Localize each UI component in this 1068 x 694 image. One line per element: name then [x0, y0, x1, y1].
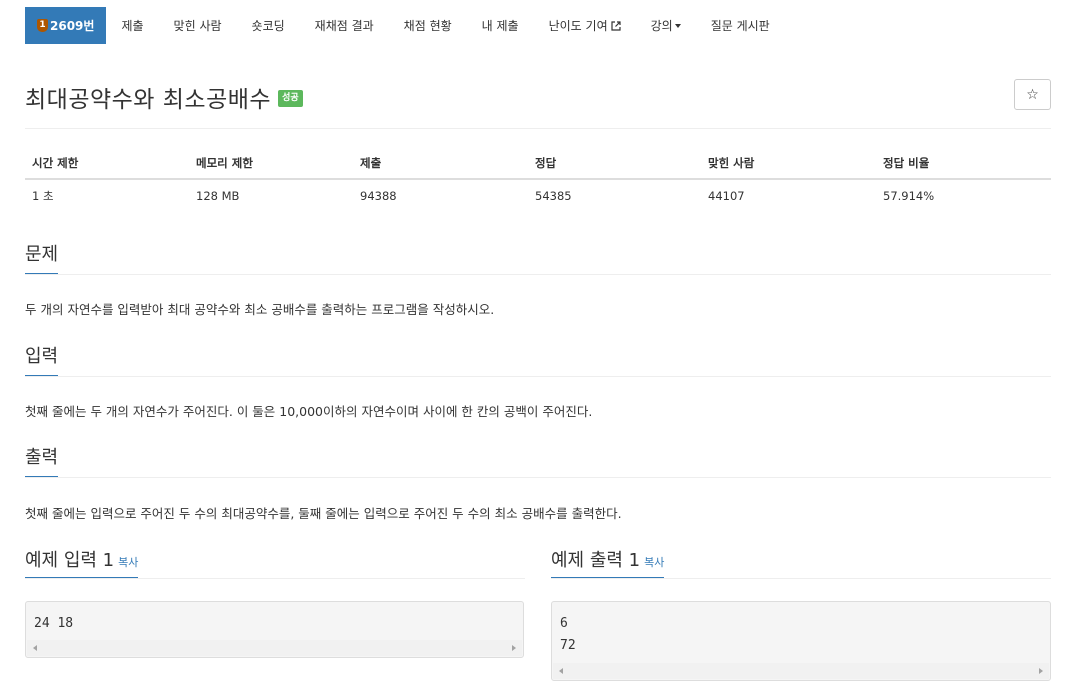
- tier-badge-icon: 1: [37, 19, 48, 32]
- nav-my-submissions-label: 내 제출: [481, 19, 519, 33]
- nav-judge-status-label: 채점 현황: [403, 19, 452, 33]
- nav-question-board[interactable]: 질문 게시판: [696, 7, 785, 44]
- nav-my-submissions[interactable]: 내 제출: [467, 7, 534, 44]
- sample-input-title-text: 예제 입력 1: [25, 550, 115, 571]
- copy-sample-output-button[interactable]: 복사: [644, 556, 664, 569]
- external-link-icon: [611, 20, 621, 31]
- sample-output-title-text: 예제 출력 1: [551, 550, 641, 571]
- sample-output-content: 6 72: [560, 616, 576, 653]
- sample-output-scrollbar[interactable]: [553, 663, 1049, 679]
- output-heading-divider: [25, 477, 1051, 478]
- sample-output-heading: 예제 출력 1 복사: [551, 546, 1051, 579]
- sample-input-box[interactable]: 24 18: [25, 601, 524, 658]
- nav-judge-status[interactable]: 채점 현황: [389, 7, 467, 44]
- nav-rejudge-results[interactable]: 재채점 결과: [300, 7, 389, 44]
- header-solvers: 맞힌 사람: [701, 148, 876, 180]
- sample-input-divider: [25, 578, 525, 579]
- title-divider: [25, 128, 1051, 129]
- value-submissions: 94388: [360, 188, 397, 203]
- header-time-limit: 시간 제한: [25, 148, 189, 180]
- scroll-left-icon[interactable]: [33, 645, 37, 651]
- sample-input-content: 24 18: [34, 616, 74, 631]
- caret-down-icon: [674, 23, 681, 28]
- sample-input-title: 예제 입력 1 복사: [25, 546, 139, 579]
- nav-solvers-label: 맞힌 사람: [173, 19, 222, 33]
- sample-output-title: 예제 출력 1 복사: [551, 546, 665, 579]
- header-memory-limit: 메모리 제한: [189, 148, 353, 180]
- nav-rejudge-label: 재채점 결과: [314, 19, 374, 33]
- nav-submit-label: 제출: [121, 19, 144, 33]
- nav-lectures-dropdown[interactable]: 강의: [636, 7, 696, 44]
- input-heading-text: 입력: [25, 342, 59, 377]
- nav-difficulty-label: 난이도 기여: [548, 19, 608, 33]
- value-accept-ratio: 57.914%: [883, 188, 935, 203]
- header-submissions: 제출: [353, 148, 528, 180]
- sample-input-scrollbar[interactable]: [27, 640, 522, 656]
- value-time-limit: 1 초: [32, 188, 54, 203]
- output-heading: 출력: [25, 443, 1051, 478]
- scroll-right-icon[interactable]: [512, 645, 516, 651]
- output-text: 첫째 줄에는 입력으로 주어진 두 수의 최대공약수를, 둘째 줄에는 입력으로…: [25, 506, 622, 521]
- info-header-row: 시간 제한 메모리 제한 제출 정답 맞힌 사람 정답 비율: [25, 148, 1051, 180]
- scroll-left-icon[interactable]: [559, 668, 563, 674]
- input-heading: 입력: [25, 342, 1051, 377]
- star-icon: ☆: [1026, 86, 1039, 103]
- problem-title-row: 최대공약수와 최소공배수 성공: [25, 80, 303, 114]
- scroll-right-icon[interactable]: [1039, 668, 1043, 674]
- nav-solvers[interactable]: 맞힌 사람: [159, 7, 237, 44]
- value-memory-limit: 128 MB: [196, 188, 240, 203]
- value-solvers: 44107: [708, 188, 745, 203]
- info-values-row: 1 초 128 MB 94388 54385 44107 57.914%: [25, 179, 1051, 211]
- description-heading-text: 문제: [25, 240, 59, 275]
- sample-output-box[interactable]: 6 72: [551, 601, 1051, 681]
- nav-submit[interactable]: 제출: [106, 7, 158, 44]
- header-accept-ratio: 정답 비율: [876, 148, 1051, 180]
- description-heading: 문제: [25, 240, 1051, 275]
- value-accepted: 54385: [535, 188, 572, 203]
- description-text: 두 개의 자연수를 입력받아 최대 공약수와 최소 공배수를 출력하는 프로그램…: [25, 302, 495, 317]
- sample-input-heading: 예제 입력 1 복사: [25, 546, 525, 579]
- favorite-star-button[interactable]: ☆: [1014, 79, 1051, 110]
- description-heading-divider: [25, 274, 1051, 275]
- nav-problem-label: 2609번: [50, 19, 95, 33]
- problem-nav: 1 2609번 제출 맞힌 사람 숏코딩 재채점 결과 채점 현황 내 제출 난…: [25, 7, 785, 44]
- problem-info-table: 시간 제한 메모리 제한 제출 정답 맞힌 사람 정답 비율 1 초 128 M…: [25, 148, 1051, 211]
- nav-problem-number[interactable]: 1 2609번: [25, 7, 107, 44]
- copy-sample-input-button[interactable]: 복사: [118, 556, 138, 569]
- nav-difficulty-contribution[interactable]: 난이도 기여: [534, 7, 636, 44]
- sample-output-divider: [551, 578, 1051, 579]
- input-text: 첫째 줄에는 두 개의 자연수가 주어진다. 이 둘은 10,000이하의 자연…: [25, 404, 593, 419]
- status-badge: 성공: [278, 90, 303, 107]
- nav-short-coding-label: 숏코딩: [251, 19, 285, 33]
- nav-lectures-label: 강의: [650, 19, 673, 33]
- input-heading-divider: [25, 376, 1051, 377]
- nav-short-coding[interactable]: 숏코딩: [237, 7, 300, 44]
- header-accepted: 정답: [528, 148, 701, 180]
- page-title: 최대공약수와 최소공배수: [25, 87, 272, 113]
- nav-question-board-label: 질문 게시판: [710, 19, 770, 33]
- output-heading-text: 출력: [25, 443, 59, 478]
